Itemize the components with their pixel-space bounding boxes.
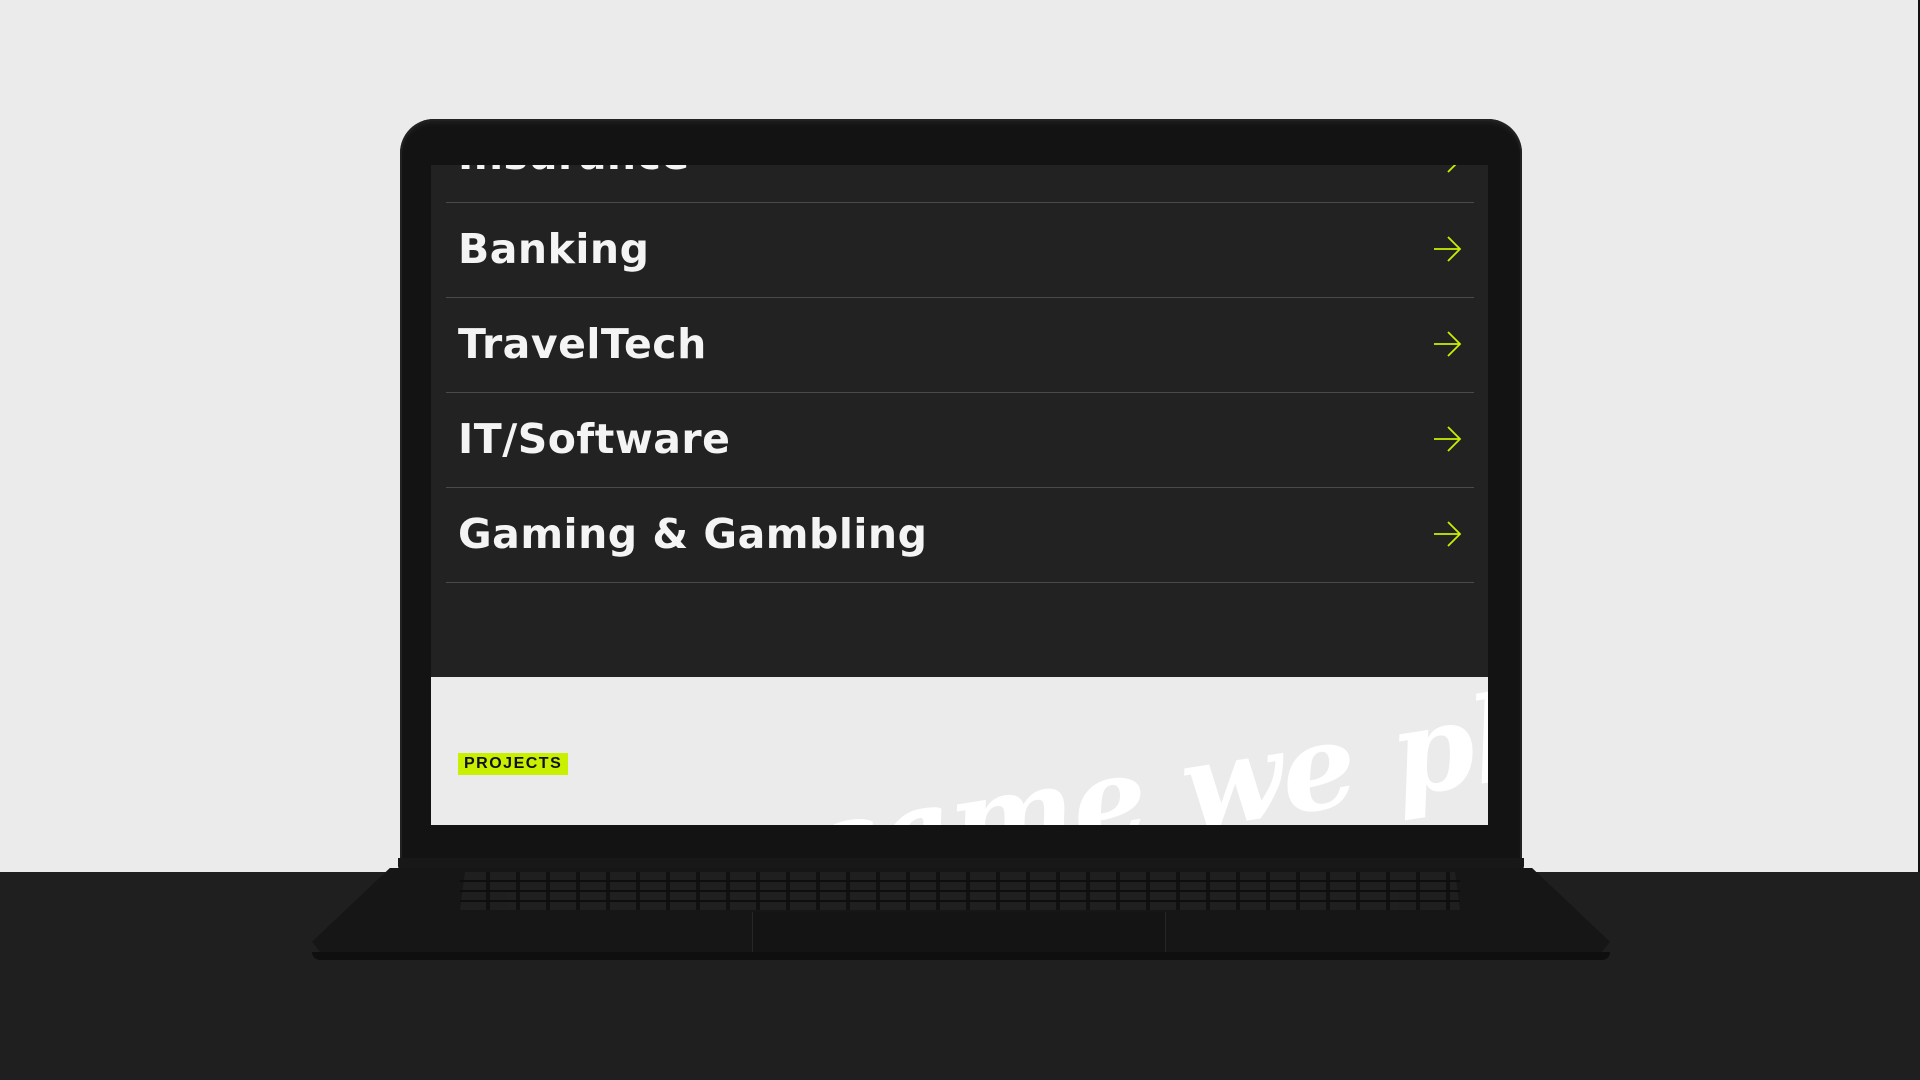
arrow-right-icon	[1447, 165, 1457, 173]
menu-item-label: Gaming & Gambling	[458, 510, 928, 558]
laptop-base-foot	[312, 952, 1610, 960]
menu-item-label: Banking	[458, 225, 650, 273]
trackpad	[752, 912, 1166, 954]
laptop-screen: Insurance Banking TravelTech IT/Software	[431, 165, 1488, 825]
arrow-right-icon	[1434, 521, 1462, 547]
arrow-right-icon	[1434, 426, 1462, 452]
menu-item-gaming-gambling[interactable]: Gaming & Gambling	[446, 488, 1474, 583]
script-headline: is the game we play	[431, 677, 1488, 825]
menu-item-label: IT/Software	[458, 415, 731, 463]
keyboard-rows	[460, 872, 1460, 910]
menu-item-banking[interactable]: Banking	[446, 203, 1474, 298]
menu-item-label: Insurance	[458, 165, 690, 179]
arrow-right-icon	[1434, 331, 1462, 357]
arrow-right-icon	[1434, 236, 1462, 262]
menu-item-insurance[interactable]: Insurance	[446, 165, 1474, 203]
projects-section: is the game we play PROJECTS	[431, 677, 1488, 825]
industry-menu-list: Insurance Banking TravelTech IT/Software	[446, 165, 1474, 583]
menu-item-label: TravelTech	[458, 320, 707, 368]
menu-item-it-software[interactable]: IT/Software	[446, 393, 1474, 488]
menu-item-traveltech[interactable]: TravelTech	[446, 298, 1474, 393]
script-headline-text: is the game we play	[431, 677, 1488, 825]
projects-badge: PROJECTS	[458, 753, 569, 775]
